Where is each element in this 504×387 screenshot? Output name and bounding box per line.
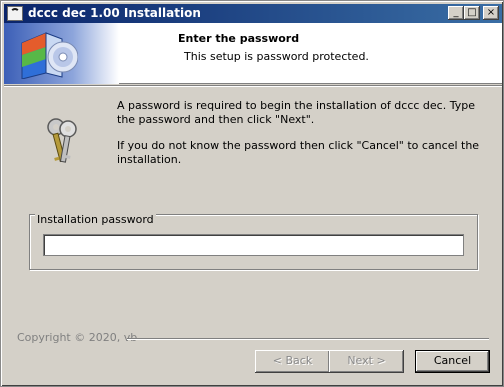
footer-divider	[127, 338, 489, 340]
password-input[interactable]	[43, 234, 464, 256]
window-title: dccc dec 1.00 Installation	[28, 6, 201, 20]
cancel-hint-message: If you do not know the password then cli…	[117, 139, 480, 166]
maximize-button[interactable]: □	[464, 6, 480, 20]
title-bar[interactable]: dccc dec 1.00 Installation _ □ ×	[4, 4, 502, 23]
close-button[interactable]: ×	[483, 6, 499, 20]
header-banner: Enter the password This setup is passwor…	[4, 23, 502, 84]
copyright-label: Copyright © 2020, vb	[17, 331, 138, 344]
header-subtitle: This setup is password protected.	[184, 50, 369, 63]
wifi-app-icon	[7, 6, 23, 21]
cd-box-icon	[21, 32, 78, 79]
password-group-label: Installation password	[35, 213, 156, 226]
cancel-button[interactable]: Cancel	[415, 350, 490, 373]
back-button[interactable]: < Back	[255, 350, 330, 373]
keys-icon	[47, 118, 77, 163]
info-message: A password is required to begin the inst…	[117, 99, 475, 126]
minimize-button[interactable]: _	[448, 6, 464, 20]
next-button[interactable]: Next >	[329, 350, 404, 373]
header-title: Enter the password	[178, 32, 300, 45]
header-divider	[4, 85, 502, 87]
installer-window: dccc dec 1.00 Installation _ □ × Enter t…	[0, 0, 504, 387]
